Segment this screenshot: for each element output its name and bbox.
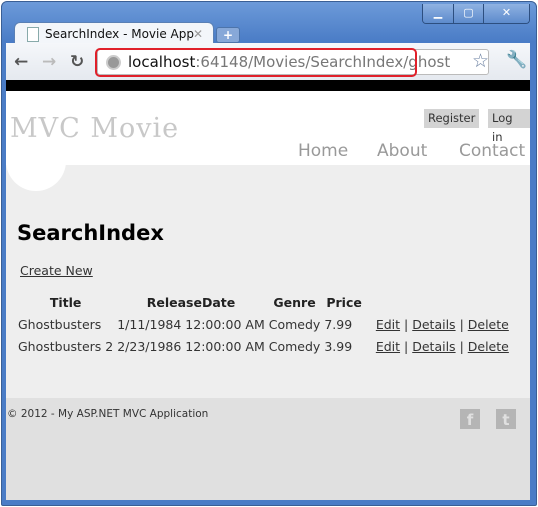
edit-link[interactable]: Edit: [376, 317, 400, 332]
forward-icon[interactable]: →: [42, 52, 56, 72]
facebook-icon[interactable]: f: [460, 409, 480, 429]
site-footer: © 2012 - My ASP.NET MVC Application f t: [6, 398, 530, 500]
black-bar: [6, 80, 530, 91]
reload-icon[interactable]: ↻: [70, 52, 84, 72]
new-tab-button[interactable]: +: [216, 27, 240, 43]
cell-genre: Comedy: [268, 339, 321, 354]
twitter-icon[interactable]: t: [496, 409, 516, 429]
edit-link[interactable]: Edit: [376, 339, 400, 354]
cell-date: 1/11/1984 12:00:00 AM: [117, 317, 265, 332]
create-new-link[interactable]: Create New: [20, 263, 93, 278]
login-link[interactable]: Log in: [488, 109, 530, 144]
browser-toolbar: ← → ↻ localhost:64148/Movies/SearchIndex…: [6, 43, 530, 80]
details-link[interactable]: Details: [412, 339, 455, 354]
column-header-genre: Genre: [273, 295, 316, 310]
delete-link[interactable]: Delete: [468, 339, 509, 354]
separator: |: [404, 317, 409, 332]
cell-price: 7.99: [324, 317, 353, 332]
nav-home[interactable]: Home: [298, 141, 348, 161]
page-content: MVC Movie Register Log in Home About Con…: [6, 91, 530, 500]
cell-title: Ghostbusters: [18, 317, 102, 332]
column-header-releasedate: ReleaseDate: [146, 295, 236, 310]
table-row: Ghostbusters 1/11/1984 12:00:00 AM Comed…: [16, 315, 511, 337]
close-window-button[interactable]: ✕: [483, 4, 529, 23]
tab-title: SearchIndex - Movie App: [45, 27, 194, 41]
cell-genre: Comedy: [268, 317, 321, 332]
delete-link[interactable]: Delete: [468, 317, 509, 332]
separator: |: [404, 339, 409, 354]
cell-title: Ghostbusters 2: [18, 339, 114, 354]
site-header: MVC Movie Register Log in Home About Con…: [6, 91, 530, 165]
copyright: © 2012 - My ASP.NET MVC Application: [7, 408, 209, 420]
nav-about[interactable]: About: [377, 141, 427, 161]
column-header-title: Title: [49, 295, 82, 310]
separator: |: [459, 339, 464, 354]
cell-date: 2/23/1986 12:00:00 AM: [117, 339, 265, 354]
table-row: Ghostbusters 2 2/23/1986 12:00:00 AM Com…: [16, 337, 511, 359]
movies-table: Title ReleaseDate Genre Price Ghostbuste…: [16, 295, 511, 359]
separator: |: [459, 317, 464, 332]
url-highlight: [95, 48, 417, 77]
cell-price: 3.99: [324, 339, 353, 354]
nav-contact[interactable]: Contact: [459, 141, 525, 161]
page-icon: [27, 27, 39, 42]
wrench-icon[interactable]: 🔧: [506, 50, 527, 70]
minimize-button[interactable]: ▁: [423, 4, 453, 23]
close-tab-icon[interactable]: ✕: [193, 23, 203, 45]
bookmark-star-icon[interactable]: ☆: [472, 50, 489, 72]
column-header-price: Price: [326, 295, 362, 310]
back-icon[interactable]: ←: [14, 52, 28, 72]
register-link[interactable]: Register: [424, 109, 480, 128]
window-controls: ▁ ▢ ✕: [422, 4, 530, 24]
page-title: SearchIndex: [17, 221, 164, 245]
maximize-button[interactable]: ▢: [453, 4, 483, 23]
details-link[interactable]: Details: [412, 317, 455, 332]
site-logo[interactable]: MVC Movie: [10, 113, 179, 144]
